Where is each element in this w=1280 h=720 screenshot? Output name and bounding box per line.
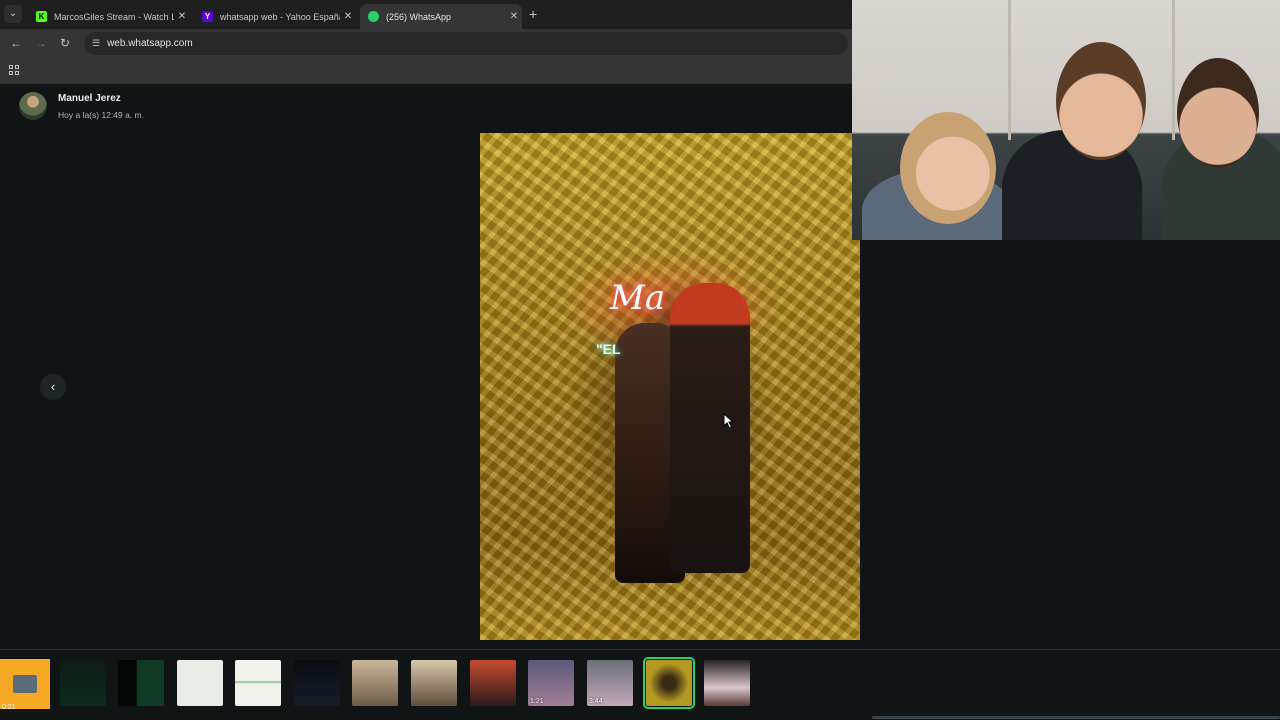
thumbnail-item[interactable] — [60, 660, 106, 706]
thumbnail-item[interactable] — [177, 660, 223, 706]
tab-yahoo[interactable]: Y whatsapp web - Yahoo España ✕ — [194, 4, 356, 29]
apps-grid-icon[interactable] — [9, 65, 19, 75]
photo-figure — [670, 283, 750, 573]
thumbnail-scrollbar[interactable] — [872, 716, 1280, 719]
wall-edge — [1172, 0, 1175, 140]
back-icon[interactable]: ← — [10, 36, 22, 50]
thumbnail-duration: 0:21 — [2, 704, 16, 711]
close-icon[interactable]: ✕ — [506, 11, 522, 22]
thumbnail-item[interactable]: 0:21 — [0, 659, 50, 711]
thumbnail-item[interactable] — [411, 660, 457, 706]
browser-tab-bar: ⌄ K MarcosGiles Stream - Watch Li ✕ Y wh… — [0, 0, 852, 29]
thumbnail-item[interactable]: 3:44 — [587, 660, 633, 706]
thumbnail-item-selected[interactable] — [643, 657, 695, 709]
neon-sign: "EL — [596, 341, 621, 357]
forward-icon[interactable]: → — [35, 36, 47, 50]
wall-edge — [1008, 0, 1011, 140]
thumbnail-item[interactable] — [704, 660, 750, 706]
thumbnail-item[interactable] — [352, 660, 398, 706]
sender-info[interactable]: Manuel Jerez Hoy a la(s) 12:49 a. m. — [19, 92, 144, 120]
browser-toolbar: ← → ↻ ☰ web.whatsapp.com — [0, 29, 852, 58]
new-tab-icon[interactable]: + — [529, 6, 537, 22]
thumbnail-item[interactable]: 1:21 — [528, 660, 574, 706]
kick-icon: K — [36, 11, 47, 22]
chevron-left-icon: ‹ — [50, 379, 56, 394]
sender-name: Manuel Jerez — [58, 92, 121, 104]
url-text: web.whatsapp.com — [107, 38, 193, 49]
yahoo-icon: Y — [202, 11, 213, 22]
media-photo[interactable]: Ma "EL — [480, 133, 860, 640]
image-icon — [13, 675, 37, 693]
bookmarks-bar — [0, 58, 852, 84]
thumbnail-item[interactable] — [294, 660, 340, 706]
person-head — [1056, 42, 1146, 160]
close-icon[interactable]: ✕ — [174, 11, 190, 22]
reload-icon[interactable]: ↻ — [60, 36, 70, 50]
tab-title: (256) WhatsApp — [386, 11, 452, 22]
mouse-cursor-icon — [723, 413, 735, 429]
tab-whatsapp[interactable]: (256) WhatsApp ✕ — [360, 4, 522, 29]
person-head — [900, 112, 996, 224]
media-thumbnail-strip: 0:21 1:21 3:44 — [0, 649, 1280, 720]
sender-timestamp: Hoy a la(s) 12:49 a. m. — [58, 109, 144, 120]
thumbnail-duration: 1:21 — [530, 698, 544, 705]
webcam-overlay — [852, 0, 1280, 240]
tab-search-button[interactable]: ⌄ — [4, 5, 22, 23]
thumbnail-item[interactable] — [118, 660, 164, 706]
tab-title: whatsapp web - Yahoo España — [220, 11, 340, 22]
person-head — [1177, 58, 1259, 168]
close-icon[interactable]: ✕ — [340, 11, 356, 22]
thumbnail-item[interactable] — [235, 660, 281, 706]
avatar[interactable] — [19, 92, 47, 120]
thumbnail-duration: 3:44 — [589, 698, 603, 705]
thumbnail-item[interactable] — [470, 660, 516, 706]
tab-title: MarcosGiles Stream - Watch Li — [54, 11, 174, 22]
tab-marcosgiles[interactable]: K MarcosGiles Stream - Watch Li ✕ — [28, 4, 190, 29]
neon-sign: Ma — [610, 278, 666, 318]
previous-media-button[interactable]: ‹ — [40, 374, 66, 400]
site-info-icon[interactable]: ☰ — [92, 38, 100, 49]
address-bar[interactable]: ☰ web.whatsapp.com — [84, 32, 848, 55]
whatsapp-icon — [368, 11, 379, 22]
